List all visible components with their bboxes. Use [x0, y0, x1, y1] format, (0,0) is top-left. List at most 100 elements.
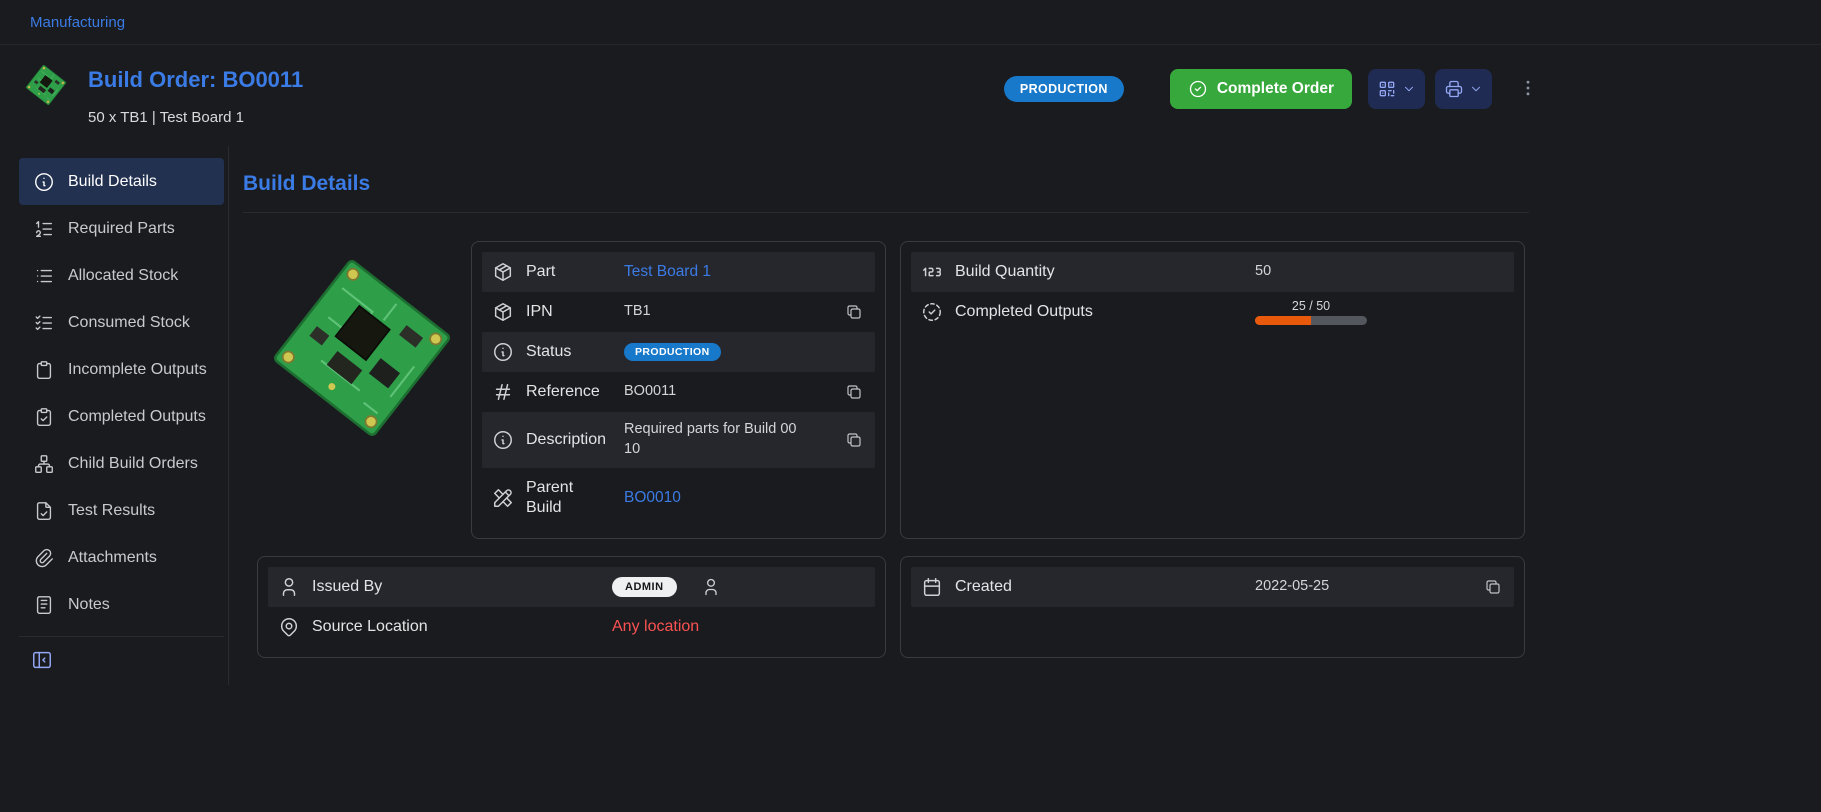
sidebar-item-test-results[interactable]: Test Results [19, 487, 224, 534]
copy-icon [1484, 578, 1502, 596]
breadcrumb: Manufacturing [0, 0, 1821, 45]
sidebar-item-label: Attachments [68, 549, 157, 567]
overflow-menu-button[interactable] [1516, 72, 1540, 107]
sidebar-item-label: Test Results [68, 502, 155, 520]
row-label: Created [955, 577, 1243, 597]
sidebar-item-label: Build Details [68, 173, 157, 191]
table-row-reference: Reference BO0011 [482, 372, 875, 412]
list-icon [33, 265, 55, 287]
row-label: Source Location [312, 617, 600, 637]
created-card: Created 2022-05-25 [900, 556, 1525, 658]
clipboard-check-icon [33, 406, 55, 428]
progress-label: 25 / 50 [1255, 299, 1367, 313]
sidebar-item-label: Consumed Stock [68, 314, 190, 332]
row-label: Completed Outputs [955, 302, 1243, 322]
sidebar-item-label: Incomplete Outputs [68, 361, 207, 379]
copy-button[interactable] [843, 429, 865, 451]
header-actions: PRODUCTION Complete Order [1004, 69, 1540, 109]
copy-icon [845, 383, 863, 401]
row-label: Part [526, 262, 612, 282]
row-value: 50 [1255, 262, 1504, 282]
row-label: Status [526, 342, 612, 362]
issued-by-badge: ADMIN [612, 577, 677, 597]
issue-details-card: Issued By ADMIN Source Location Any loca… [257, 556, 886, 658]
sidebar-item-child-build-orders[interactable]: Child Build Orders [19, 440, 224, 487]
notes-icon [33, 594, 55, 616]
header-title-group: Build Order: BO0011 50 x TB1 | Test Boar… [22, 61, 303, 126]
pcb-image-large [257, 243, 467, 453]
copy-icon [845, 303, 863, 321]
print-actions-button[interactable] [1435, 69, 1492, 109]
calendar-icon [921, 576, 943, 598]
list-numbers-icon [33, 218, 55, 240]
part-image[interactable] [257, 241, 457, 539]
sidebar-footer [19, 636, 224, 671]
hash-icon [492, 381, 514, 403]
row-label: Build Quantity [955, 262, 1243, 282]
sidebar-item-consumed-stock[interactable]: Consumed Stock [19, 299, 224, 346]
table-row-ipn: IPN TB1 [482, 292, 875, 332]
sidebar-item-required-parts[interactable]: Required Parts [19, 205, 224, 252]
sidebar-collapse-icon [31, 649, 53, 671]
sidebar-item-completed-outputs[interactable]: Completed Outputs [19, 393, 224, 440]
copy-button[interactable] [843, 301, 865, 323]
page-subtitle: 50 x TB1 | Test Board 1 [88, 109, 303, 126]
sidebar-item-incomplete-outputs[interactable]: Incomplete Outputs [19, 346, 224, 393]
part-thumbnail[interactable] [22, 61, 70, 109]
details-grid: Part Test Board 1 IPN TB1 Status PRODUCT… [243, 241, 1529, 658]
table-row-build-quantity: Build Quantity 50 [911, 252, 1514, 292]
qrcode-icon [1377, 79, 1397, 99]
user-icon [278, 576, 300, 598]
package-icon [492, 301, 514, 323]
sidebar-item-label: Child Build Orders [68, 455, 198, 473]
table-row-description: Description Required parts for Build 001… [482, 412, 875, 468]
status-badge: PRODUCTION [1004, 76, 1124, 102]
dots-vertical-icon [1518, 78, 1538, 98]
build-progress-card: Build Quantity 50 Completed Outputs 25 /… [900, 241, 1525, 539]
copy-icon [845, 431, 863, 449]
barcode-actions-button[interactable] [1368, 69, 1425, 109]
complete-order-label: Complete Order [1217, 80, 1334, 98]
complete-order-button[interactable]: Complete Order [1170, 69, 1352, 109]
parent-build-link[interactable]: BO0010 [624, 488, 865, 509]
table-row-status: Status PRODUCTION [482, 332, 875, 372]
source-location-value: Any location [612, 616, 865, 638]
copy-button[interactable] [1482, 576, 1504, 598]
info-circle-icon [33, 171, 55, 193]
sidebar-item-label: Notes [68, 596, 110, 614]
sidebar-item-label: Required Parts [68, 220, 175, 238]
row-label: Description [526, 430, 612, 450]
table-row-issued-by: Issued By ADMIN [268, 567, 875, 607]
sidebar-item-build-details[interactable]: Build Details [19, 158, 224, 205]
row-label: Reference [526, 382, 612, 402]
part-link[interactable]: Test Board 1 [624, 262, 865, 283]
info-circle-icon [492, 429, 514, 451]
file-check-icon [33, 500, 55, 522]
row-value: 2022-05-25 [1255, 577, 1470, 597]
circle-check-icon [1188, 79, 1208, 99]
tools-icon [492, 487, 514, 509]
user-icon [701, 577, 721, 597]
breadcrumb-link-manufacturing[interactable]: Manufacturing [30, 14, 125, 31]
sidebar-collapse-button[interactable] [31, 649, 53, 671]
sidebar-item-notes[interactable]: Notes [19, 581, 224, 628]
progress-fill [1255, 316, 1311, 325]
row-value: TB1 [624, 302, 831, 322]
status-badge: PRODUCTION [624, 343, 721, 361]
sidebar-item-allocated-stock[interactable]: Allocated Stock [19, 252, 224, 299]
printer-icon [1444, 79, 1464, 99]
numbers-123-icon [921, 261, 943, 283]
table-row-part: Part Test Board 1 [482, 252, 875, 292]
section-title: Build Details [243, 172, 1529, 196]
sidebar-item-label: Allocated Stock [68, 267, 178, 285]
row-value: Required parts for Build 0010 [624, 420, 802, 459]
table-row-source-location: Source Location Any location [268, 607, 875, 647]
info-circle-icon [492, 341, 514, 363]
sidebar-item-attachments[interactable]: Attachments [19, 534, 224, 581]
row-label: IPN [526, 302, 612, 322]
copy-button[interactable] [843, 381, 865, 403]
row-label: Parent Build [526, 478, 612, 518]
title-block: Build Order: BO0011 50 x TB1 | Test Boar… [88, 61, 303, 126]
package-icon [492, 261, 514, 283]
chevron-down-icon [1469, 82, 1483, 96]
